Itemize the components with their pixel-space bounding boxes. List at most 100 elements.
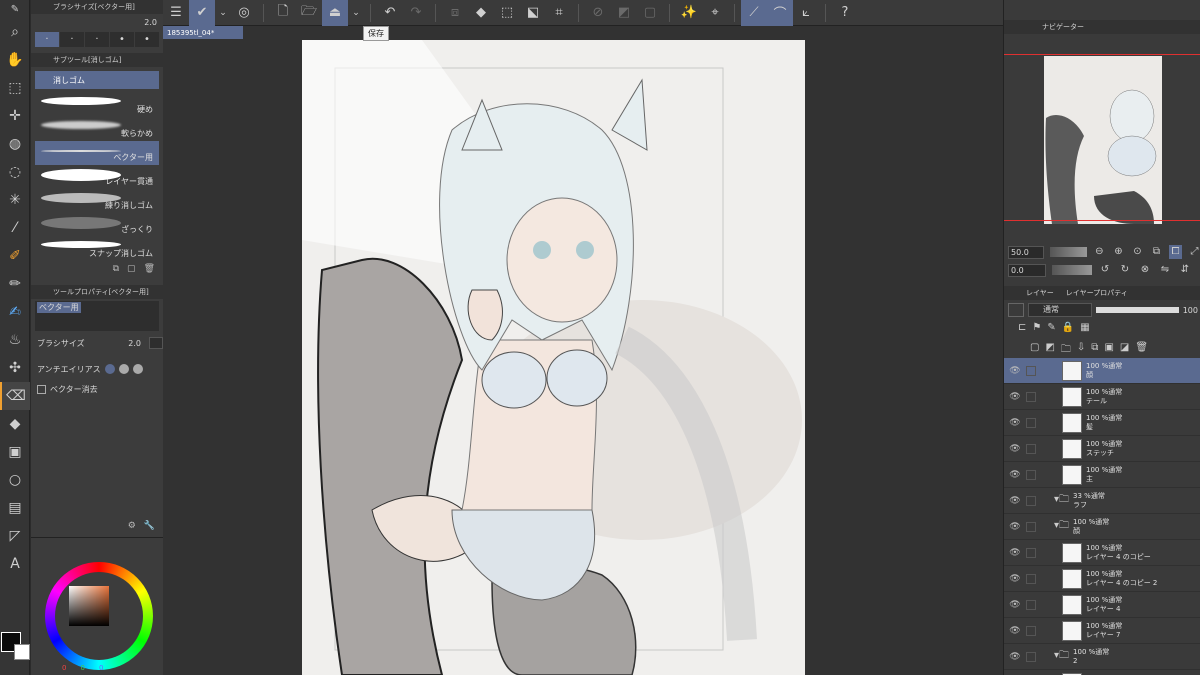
canvas-paper[interactable] bbox=[302, 40, 805, 675]
airbrush-icon[interactable]: ♨ bbox=[0, 326, 30, 354]
layer-lock-toggle[interactable] bbox=[1026, 417, 1036, 428]
invert-icon[interactable]: ◩ bbox=[611, 0, 637, 26]
layer-lock-toggle[interactable] bbox=[1026, 365, 1036, 376]
antialias-option[interactable] bbox=[104, 364, 115, 374]
visibility-eye-icon[interactable]: 👁 bbox=[1004, 392, 1026, 402]
size-preset[interactable]: · bbox=[60, 32, 84, 47]
opacity-value[interactable]: 100 bbox=[1183, 306, 1198, 315]
zoom-out-icon[interactable]: ⊖ bbox=[1093, 245, 1106, 259]
layer-row[interactable]: 👁 100 %通常主 bbox=[1004, 462, 1200, 488]
new-file-icon[interactable]: 🗋 bbox=[270, 0, 296, 26]
navigator-preview[interactable] bbox=[1044, 56, 1162, 224]
color-wheel[interactable] bbox=[45, 562, 153, 670]
layer-row[interactable]: 👁 100 %通常 レイヤー 4 のコピー 2 bbox=[1004, 566, 1200, 592]
redo-icon[interactable]: ↷ bbox=[403, 0, 429, 26]
alpha-lock-icon[interactable]: ▦ bbox=[1080, 322, 1089, 333]
actual-size-icon[interactable]: ⧉ bbox=[1150, 245, 1163, 259]
hand-icon[interactable]: ✋ bbox=[0, 46, 30, 74]
layer-row[interactable]: 👁 100 %通常 テール bbox=[1004, 384, 1200, 410]
rotation-value[interactable]: 0.0 bbox=[1008, 263, 1046, 277]
vector-erase-checkbox[interactable] bbox=[37, 384, 46, 394]
layer-name[interactable]: レイヤー 7 bbox=[1086, 631, 1122, 640]
layer-row[interactable]: 👁 100 %通常顔 bbox=[1004, 358, 1200, 384]
layer-name[interactable]: 主 bbox=[1086, 475, 1122, 484]
wrench-icon[interactable]: 🔧 bbox=[144, 521, 155, 531]
subtool-item[interactable]: 軟らかめ bbox=[35, 117, 159, 141]
layer-lock-toggle[interactable] bbox=[1026, 521, 1036, 532]
mask-icon[interactable]: ▣ bbox=[1104, 342, 1113, 359]
visibility-eye-icon[interactable]: 👁 bbox=[1004, 626, 1026, 636]
apply-mask-icon[interactable]: ◪ bbox=[1120, 342, 1129, 359]
visibility-eye-icon[interactable]: 👁 bbox=[1004, 366, 1026, 376]
subtool-item[interactable]: 硬め bbox=[35, 93, 159, 117]
layer-name[interactable]: 髪 bbox=[1086, 423, 1122, 432]
pencil-icon[interactable]: ✏ bbox=[0, 270, 30, 298]
zoom-value[interactable]: 50.0 bbox=[1008, 245, 1044, 259]
tab-layer[interactable]: レイヤー bbox=[1004, 288, 1062, 298]
sub-color-swatch[interactable] bbox=[14, 644, 30, 660]
layer-lock-toggle[interactable] bbox=[1026, 469, 1036, 480]
save-icon[interactable]: ⏏ bbox=[322, 0, 348, 26]
folder-icon[interactable]: ▾🗀 bbox=[1054, 648, 1069, 665]
layer-name[interactable]: 2 bbox=[1073, 657, 1109, 666]
magic-icon[interactable]: ✨ bbox=[676, 0, 702, 26]
new-vector-icon[interactable]: ◩ bbox=[1045, 342, 1054, 359]
layer-row[interactable]: 👁 100 %通常 レイヤー 7 bbox=[1004, 618, 1200, 644]
visibility-eye-icon[interactable]: 👁 bbox=[1004, 444, 1026, 454]
figure-icon[interactable]: ○ bbox=[0, 466, 30, 494]
frame-icon[interactable]: ▤ bbox=[0, 494, 30, 522]
layer-row[interactable]: 👁 100 %通常髪 bbox=[1004, 410, 1200, 436]
zoom-slider[interactable] bbox=[1049, 247, 1087, 257]
opacity-slider[interactable] bbox=[1096, 307, 1179, 313]
transfer-icon[interactable]: ⇩ bbox=[1077, 342, 1085, 359]
new-raster-icon[interactable]: ▢ bbox=[1030, 342, 1039, 359]
fill-selection-icon[interactable]: ◆ bbox=[468, 0, 494, 26]
decoration-icon[interactable]: ✣ bbox=[0, 354, 30, 382]
new-subtool-icon[interactable]: ▢ bbox=[127, 264, 136, 274]
layer-color-box[interactable] bbox=[1008, 303, 1024, 317]
layer-name[interactable]: ラフ bbox=[1073, 501, 1105, 510]
help-icon[interactable]: ? bbox=[832, 0, 858, 26]
new-folder-icon[interactable]: 🗀 bbox=[1061, 342, 1071, 359]
clip-studio-icon[interactable]: ✔ bbox=[189, 0, 215, 26]
layer-row[interactable]: 👁 ▾🗀 100 %通常顔 bbox=[1004, 514, 1200, 540]
text-icon[interactable]: A bbox=[0, 550, 30, 578]
layer-name[interactable]: ステッチ bbox=[1086, 449, 1122, 458]
visibility-eye-icon[interactable]: 👁 bbox=[1004, 522, 1026, 532]
reset-rotation-icon[interactable]: ⊗ bbox=[1138, 263, 1152, 277]
tab-layer-property[interactable]: レイヤープロパティ bbox=[1062, 288, 1136, 298]
pen-icon[interactable]: ✐ bbox=[0, 242, 30, 270]
size-preset[interactable]: • bbox=[135, 32, 159, 47]
clip-icon[interactable]: ⊏ bbox=[1018, 322, 1026, 333]
layer-name[interactable]: テール bbox=[1086, 397, 1122, 406]
layer-lock-toggle[interactable] bbox=[1026, 651, 1036, 662]
subtool-item[interactable]: 練り消しゴム bbox=[35, 189, 159, 213]
visibility-eye-icon[interactable]: 👁 bbox=[1004, 574, 1026, 584]
document-tab[interactable]: 185395tl_04* bbox=[163, 26, 243, 39]
layer-name[interactable]: レイヤー 4 のコピー bbox=[1086, 553, 1151, 562]
layer-name[interactable]: レイヤー 4 bbox=[1086, 605, 1122, 614]
size-preset[interactable]: · bbox=[85, 32, 109, 47]
fullscreen-icon[interactable]: ⤢ bbox=[1188, 245, 1200, 259]
rotate-right-icon[interactable]: ↻ bbox=[1118, 263, 1132, 277]
visibility-eye-icon[interactable]: 👁 bbox=[1004, 652, 1026, 662]
layer-row[interactable]: 👁100 %通常 bbox=[1004, 670, 1200, 675]
brush-icon[interactable]: ✎ bbox=[0, 0, 30, 18]
eraser-icon[interactable]: ⌫ bbox=[0, 382, 30, 410]
flip-h-icon[interactable]: ⇋ bbox=[1158, 263, 1172, 277]
brush-paint-icon[interactable]: ✍ bbox=[0, 298, 30, 326]
subtool-item[interactable]: ざっくり bbox=[35, 213, 159, 237]
size-preset[interactable]: • bbox=[110, 32, 134, 47]
visibility-eye-icon[interactable]: 👁 bbox=[1004, 548, 1026, 558]
subtool-item[interactable]: スナップ消しゴム bbox=[35, 237, 159, 261]
zoom-in-icon[interactable]: ⊕ bbox=[1112, 245, 1125, 259]
blend-mode-select[interactable]: 通常 bbox=[1028, 303, 1092, 317]
chevron-down-icon[interactable]: ⌄ bbox=[215, 0, 231, 26]
fit-icon[interactable]: ⊙ bbox=[1131, 245, 1144, 259]
deselect-icon[interactable]: ⊘ bbox=[585, 0, 611, 26]
layer-name[interactable]: 顔 bbox=[1086, 371, 1122, 380]
fill-icon[interactable]: ◆ bbox=[0, 410, 30, 438]
antialias-option[interactable] bbox=[132, 364, 143, 374]
subtool-group[interactable]: 消しゴム bbox=[35, 71, 159, 89]
trash-icon[interactable]: 🗑 bbox=[144, 264, 155, 274]
